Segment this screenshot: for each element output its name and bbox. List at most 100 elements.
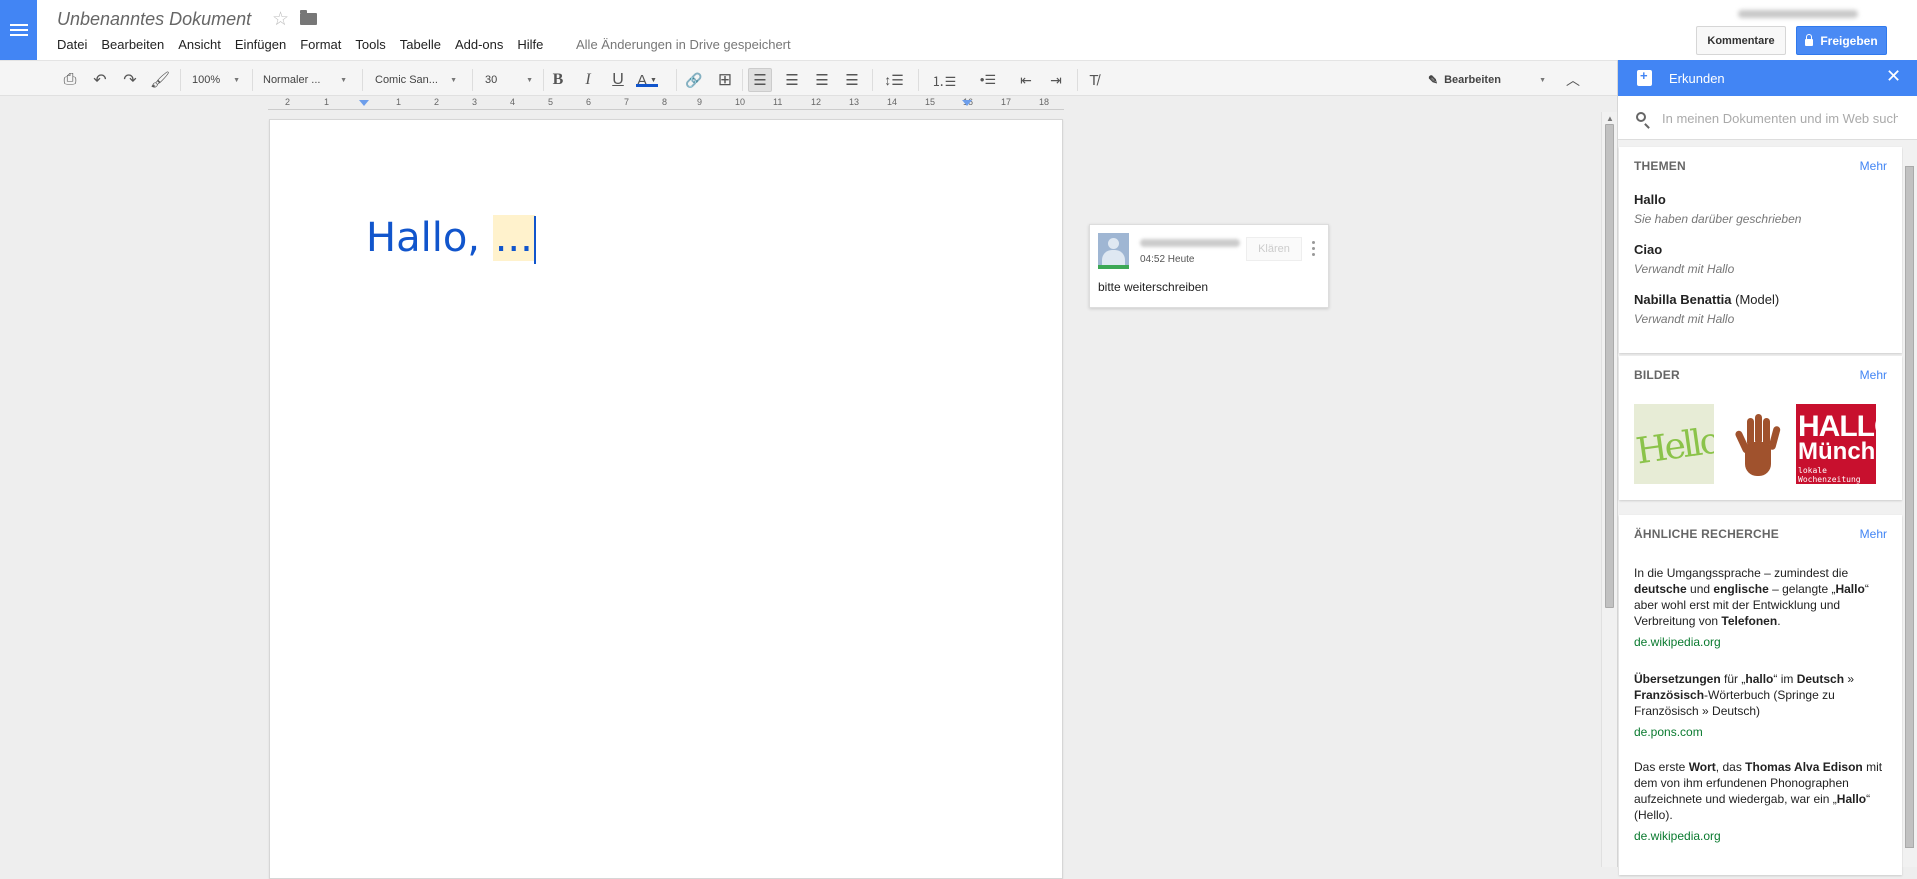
research-text: “ im — [1773, 672, 1797, 686]
hello-image[interactable]: Hello — [1634, 404, 1714, 484]
explore-scrollbar[interactable] — [1903, 146, 1917, 867]
user-account[interactable] — [1738, 10, 1858, 18]
research-item[interactable]: In die Umgangssprache – zumindest die de… — [1634, 565, 1892, 650]
font-value: Comic San... — [375, 74, 438, 86]
more-vert-icon[interactable] — [1312, 241, 1316, 259]
research-item[interactable]: Das erste Wort, das Thomas Alva Edison m… — [1634, 759, 1892, 844]
ruler-number: 13 — [849, 97, 860, 107]
share-button[interactable]: Freigeben — [1796, 26, 1887, 55]
chevron-down-icon: ▼ — [526, 76, 533, 84]
menu-tabelle[interactable]: Tabelle — [400, 37, 441, 52]
save-status[interactable]: Alle Änderungen in Drive gespeichert — [576, 37, 791, 52]
research-item[interactable]: Übersetzungen für „hallo“ im Deutsch » F… — [1634, 671, 1892, 740]
print-icon[interactable]: ⎙ — [60, 70, 80, 90]
menu-format[interactable]: Format — [300, 37, 341, 52]
right-indent-marker[interactable] — [962, 100, 972, 106]
research-source-link[interactable]: de.pons.com — [1634, 724, 1892, 740]
menu-ansicht[interactable]: Ansicht — [178, 37, 221, 52]
paint-format-icon[interactable]: 🖌 — [150, 70, 170, 90]
menu-bearbeiten[interactable]: Bearbeiten — [101, 37, 164, 52]
folder-icon[interactable] — [300, 10, 317, 25]
star-icon[interactable]: ☆ — [272, 8, 289, 31]
menu-hilfe[interactable]: Hilfe — [517, 37, 543, 52]
document-text[interactable]: Hallo, ... — [366, 215, 536, 264]
research-text: Übersetzungen — [1634, 672, 1721, 686]
increase-indent-icon[interactable]: ⇥ — [1045, 70, 1067, 90]
italic-icon[interactable]: I — [578, 70, 598, 90]
document-page[interactable]: Hallo, ... — [269, 119, 1063, 879]
zoom-select[interactable]: 100% ▼ — [192, 70, 240, 90]
explore-icon — [1637, 68, 1652, 86]
research-source-link[interactable]: de.wikipedia.org — [1634, 634, 1892, 650]
collapse-toolbar-icon[interactable]: ︿ — [1562, 70, 1584, 90]
ruler-number: 1 — [396, 97, 402, 107]
scroll-up-icon[interactable]: ▲ — [1606, 114, 1614, 123]
app-header: Unbenanntes Dokument ☆ Datei Bearbeiten … — [0, 0, 1917, 60]
toolbar: ⎙ ↶ ↷ 🖌 100% ▼ Normaler ... ▼ Comic San...… — [0, 60, 1617, 96]
numbered-list-icon[interactable]: ⒈☰ — [925, 70, 963, 90]
menu-addons[interactable]: Add-ons — [455, 37, 503, 52]
menu-datei[interactable]: Datei — [57, 37, 87, 52]
research-text: – gelangte „ — [1768, 582, 1836, 596]
style-select[interactable]: Normaler ... ▼ — [263, 70, 347, 90]
research-text: und — [1686, 582, 1714, 596]
research-title: ÄHNLICHE RECHERCHE — [1634, 527, 1779, 541]
scroll-thumb[interactable] — [1905, 166, 1914, 848]
research-text: Thomas Alva Edison — [1745, 760, 1863, 774]
explore-panel: Erkunden ✕ THEMEN Mehr Hallo Sie haben d… — [1617, 60, 1917, 875]
ruler-number: 9 — [697, 97, 703, 107]
close-icon[interactable]: ✕ — [1886, 66, 1901, 87]
bold-icon[interactable]: B — [548, 70, 568, 90]
images-more-link[interactable]: Mehr — [1860, 368, 1887, 382]
document-scrollbar[interactable]: ▲ — [1601, 112, 1617, 867]
decrease-indent-icon[interactable]: ⇤ — [1015, 70, 1037, 90]
text-color-button[interactable]: A ▼ — [636, 70, 658, 90]
topic-item[interactable]: Ciao Verwandt mit Hallo — [1634, 242, 1734, 276]
undo-icon[interactable]: ↶ — [90, 70, 110, 90]
commented-text-highlight[interactable]: ... — [492, 215, 535, 261]
ruler-number: 7 — [624, 97, 630, 107]
editing-mode-select[interactable]: ✎ Bearbeiten ▼ — [1428, 70, 1546, 90]
document-title[interactable]: Unbenanntes Dokument — [57, 9, 251, 30]
explore-search-input[interactable] — [1660, 106, 1900, 130]
topics-more-link[interactable]: Mehr — [1860, 159, 1887, 173]
comments-button[interactable]: Kommentare — [1696, 26, 1786, 55]
line-spacing-icon[interactable]: ↕☰ — [878, 70, 910, 90]
ruler[interactable]: 2 1 1 2 3 4 5 6 7 8 9 10 11 12 13 14 15 … — [268, 97, 1064, 110]
font-size-select[interactable]: 30 ▼ — [485, 70, 533, 90]
explore-header: Erkunden ✕ — [1618, 60, 1917, 96]
clear-formatting-icon[interactable]: T̸ — [1083, 70, 1105, 90]
font-select[interactable]: Comic San... ▼ — [375, 70, 457, 90]
ruler-number: 5 — [548, 97, 554, 107]
topic-item[interactable]: Hallo Sie haben darüber geschrieben — [1634, 192, 1801, 226]
research-text: Französisch — [1634, 688, 1705, 702]
research-source-link[interactable]: de.wikipedia.org — [1634, 828, 1892, 844]
bulleted-list-icon[interactable]: •☰ — [970, 70, 1006, 90]
lock-icon — [1805, 34, 1814, 46]
research-text: » — [1844, 672, 1855, 686]
redo-icon[interactable]: ↷ — [120, 70, 140, 90]
left-indent-marker[interactable] — [359, 100, 369, 106]
avatar — [1098, 233, 1129, 269]
explore-search-bar — [1618, 96, 1917, 140]
scroll-thumb[interactable] — [1605, 124, 1614, 608]
align-justify-icon[interactable]: ☰ — [841, 70, 863, 90]
hand-image[interactable] — [1715, 404, 1795, 484]
docs-home-icon[interactable] — [0, 0, 37, 60]
research-card: ÄHNLICHE RECHERCHE Mehr In die Umgangssp… — [1619, 515, 1902, 875]
align-center-icon[interactable]: ☰ — [781, 70, 803, 90]
research-text: Hallo — [1836, 792, 1867, 806]
align-right-icon[interactable]: ☰ — [811, 70, 833, 90]
menu-einfuegen[interactable]: Einfügen — [235, 37, 286, 52]
link-icon[interactable]: 🔗 — [683, 70, 705, 90]
menu-bar: Datei Bearbeiten Ansicht Einfügen Format… — [57, 37, 557, 52]
topic-item[interactable]: Nabilla Benattia (Model) Verwandt mit Ha… — [1634, 292, 1779, 326]
comment-card[interactable]: 04:52 Heute Klären bitte weiterschreiben — [1089, 224, 1329, 308]
muenchen-image[interactable]: HALLO München lokale Wochenzeitung — [1796, 404, 1876, 484]
research-more-link[interactable]: Mehr — [1860, 527, 1887, 541]
resolve-button[interactable]: Klären — [1246, 237, 1302, 261]
insert-comment-icon[interactable]: ⊞ — [715, 70, 735, 90]
underline-icon[interactable]: U — [608, 70, 628, 90]
menu-tools[interactable]: Tools — [355, 37, 385, 52]
align-left-icon[interactable]: ☰ — [748, 68, 772, 92]
